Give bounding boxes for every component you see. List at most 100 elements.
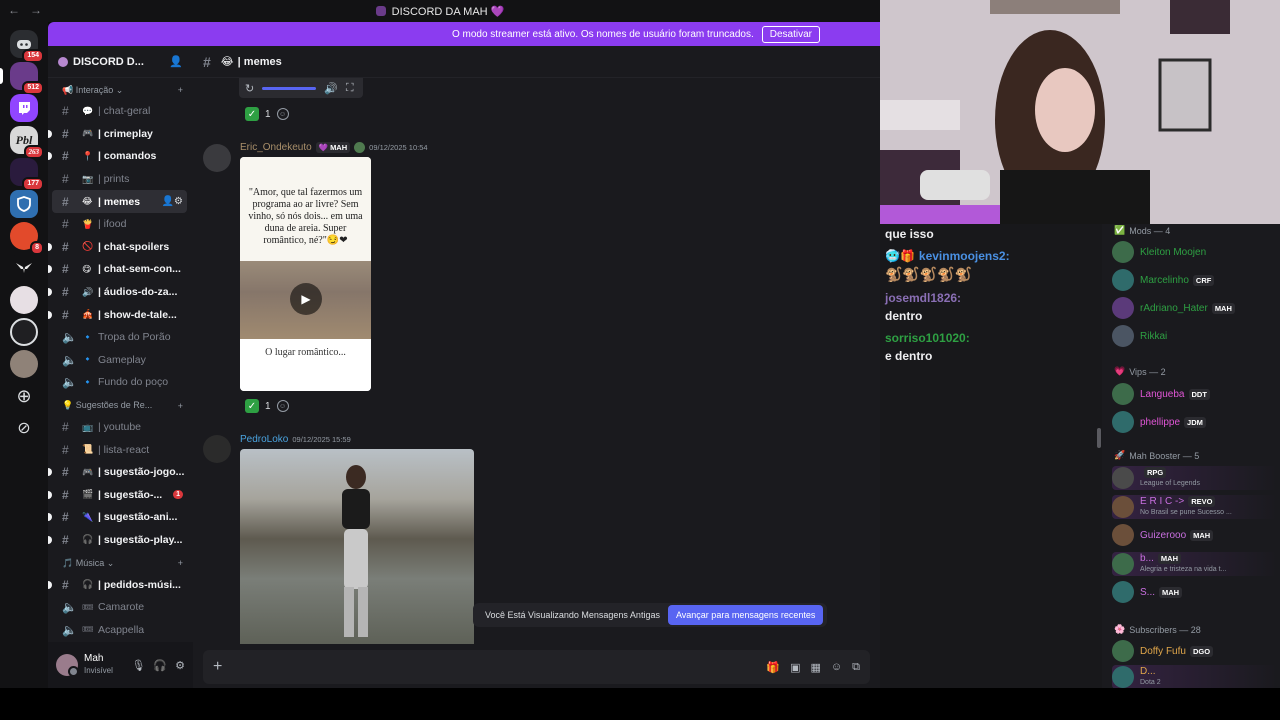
channel-item[interactable]: # 📍 | comandos: [48, 145, 187, 168]
message-input[interactable]: + 🎁 ▣ ▦ ☺ ⧉: [203, 650, 870, 684]
voice-channel[interactable]: 🔈 🔹 Tropa do Porão: [52, 326, 187, 349]
add-server-button[interactable]: ⊕: [10, 382, 38, 410]
guild-header[interactable]: DISCORD D... 👤: [48, 46, 193, 78]
gif-icon[interactable]: ▣: [790, 661, 800, 674]
channel-item[interactable]: # 🎮 | sugestão-jogo...: [48, 461, 187, 484]
server-8[interactable]: [10, 286, 38, 314]
server-mah[interactable]: 512: [10, 62, 44, 95]
server-twitch[interactable]: [10, 94, 38, 122]
back-icon[interactable]: ←: [8, 3, 20, 17]
volume-icon[interactable]: 🔊: [324, 82, 338, 95]
channel-item[interactable]: # 📷 | prints: [52, 168, 187, 191]
check-reaction[interactable]: ✓: [245, 107, 259, 121]
add-channel-icon[interactable]: +: [178, 558, 183, 568]
channel-emoji-icon: 🚫: [82, 241, 94, 252]
channel-item[interactable]: # 🌂 | sugestão-ani...: [48, 506, 187, 529]
member-item[interactable]: Guizerooo MAH: [1112, 523, 1278, 547]
scrollbar[interactable]: [1097, 428, 1101, 448]
gift-icon[interactable]: 🎁: [766, 661, 780, 674]
channel-item[interactable]: # 😋 | chat-sem-con...: [48, 258, 187, 281]
microphone-icon[interactable]: 🎙: [131, 659, 145, 672]
attach-plus-icon[interactable]: +: [213, 658, 222, 676]
message-author[interactable]: PedroLoko: [240, 434, 288, 445]
voice-channel[interactable]: 🔈 🎟 Acappella: [52, 618, 187, 641]
channel-item[interactable]: # 🎬 | sugestão-... 1: [48, 484, 187, 507]
member-item[interactable]: Ε R I C -> REVO No Brasil se pune Sucesso …: [1112, 494, 1278, 519]
add-reaction-icon[interactable]: ☺: [276, 108, 289, 120]
avatar[interactable]: [56, 654, 79, 677]
chat-username[interactable]: josemdl1826:: [885, 291, 961, 305]
member-item[interactable]: phellippe JDM: [1112, 410, 1278, 434]
video-attachment[interactable]: "Amor, que tal fazermos um programa ao a…: [240, 157, 371, 391]
volume-slider[interactable]: [262, 86, 317, 90]
gear-icon[interactable]: ⚙: [175, 659, 185, 672]
chat-username[interactable]: sorriso101020:: [885, 331, 970, 345]
member-item[interactable]: Marcelinho CRF: [1112, 268, 1278, 292]
channel-item[interactable]: # 💬 | chat-geral: [52, 100, 187, 123]
stream-chat-user[interactable]: 🥶🎁 kevinmoojens2:: [885, 249, 1010, 263]
server-pbl[interactable]: Pbl 263: [10, 126, 44, 159]
channel-item[interactable]: # 📺 | youtube: [52, 416, 187, 439]
channel-item[interactable]: # 🔊 | áudios-do-za...: [48, 281, 187, 304]
channel-item[interactable]: # 😂 | memes 👤⚙: [52, 190, 187, 213]
voice-channel[interactable]: 🔈 🔹 Gameplay: [52, 349, 187, 372]
check-reaction[interactable]: ✓: [245, 399, 259, 413]
forward-icon[interactable]: →: [30, 3, 42, 17]
member-item[interactable]: b... MAH Alegria e tristeza na vida t...: [1112, 551, 1278, 576]
channel-item[interactable]: # 🚫 | chat-spoilers: [48, 236, 187, 259]
member-item[interactable]: S... MAH: [1112, 580, 1278, 604]
member-item[interactable]: D... Dota 2: [1112, 665, 1278, 688]
disable-streamer-button[interactable]: Desativar: [761, 25, 820, 43]
channel-item[interactable]: # 🎮 | crimeplay: [48, 123, 187, 146]
sticker-icon[interactable]: ▦: [811, 661, 821, 674]
channel-item[interactable]: # 🎧 | pedidos-músi...: [48, 573, 187, 596]
user-info[interactable]: Mah Invisível: [84, 653, 113, 677]
jump-to-present-button[interactable]: Avançar para mensagens recentes: [667, 605, 824, 625]
speaker-icon: 🔈: [62, 600, 77, 615]
headphones-icon[interactable]: 🎧: [153, 659, 167, 672]
category-sugestoes[interactable]: 💡 Sugestões de Re... +: [48, 396, 193, 416]
category-musica[interactable]: 🎵 Música ⌄ +: [48, 553, 193, 573]
member-item[interactable]: rAdriano_Hater MAH: [1112, 296, 1278, 320]
emoji-icon[interactable]: ☺: [831, 661, 842, 674]
image-attachment[interactable]: [240, 449, 474, 644]
avatar[interactable]: [203, 144, 231, 172]
channel-name: | chat-spoilers: [98, 240, 170, 253]
server-10[interactable]: [10, 350, 38, 378]
member-name-row: Ε R I C -> REVO: [1140, 495, 1232, 507]
member-item[interactable]: RPG League of Legends: [1112, 466, 1278, 490]
add-reaction-icon[interactable]: ☺: [276, 400, 289, 412]
replay-icon[interactable]: ↻: [245, 82, 254, 95]
message-author[interactable]: Eric_Ondekeuto: [240, 142, 312, 153]
category-interacao[interactable]: 📢 Interação ⌄ +: [48, 80, 193, 100]
member-item[interactable]: Rikkai: [1112, 324, 1278, 348]
play-icon[interactable]: ▶: [290, 283, 322, 315]
home-button[interactable]: 154: [10, 30, 44, 63]
category-label: Interação: [75, 84, 114, 95]
add-member-icon[interactable]: 👤: [169, 55, 183, 68]
channel-item[interactable]: # 🎪 | show-de-tale...: [48, 303, 187, 326]
server-7[interactable]: [10, 254, 38, 282]
channel-item[interactable]: # 🍟 | ifood: [52, 213, 187, 236]
add-channel-icon[interactable]: +: [178, 85, 183, 95]
member-item[interactable]: Langueba DDT: [1112, 382, 1278, 406]
voice-channel[interactable]: 🔈 🔹 Fundo do poço: [52, 371, 187, 394]
member-item[interactable]: Kleiton Moojen: [1112, 240, 1278, 264]
fullscreen-icon[interactable]: ⛶: [346, 82, 354, 95]
channel-item[interactable]: # 📜 | lista-react: [52, 438, 187, 461]
video-caption-bottom: O lugar romântico...: [240, 339, 371, 391]
channel-item[interactable]: # 🎧 | sugestão-play...: [48, 529, 187, 552]
chat-username[interactable]: kevinmoojens2:: [919, 249, 1010, 263]
channel-settings-icon[interactable]: 👤⚙: [162, 196, 183, 207]
member-item[interactable]: Doffy Fufu DGO: [1112, 639, 1278, 663]
server-9[interactable]: [10, 318, 38, 346]
add-channel-icon[interactable]: +: [178, 401, 183, 411]
apps-icon[interactable]: ⧉: [852, 661, 860, 674]
server-6[interactable]: 8: [10, 222, 44, 255]
discover-button[interactable]: ⊘: [10, 414, 38, 442]
avatar[interactable]: [203, 435, 231, 463]
voice-channel[interactable]: 🔈 🎟 Camarote: [52, 596, 187, 619]
server-shield[interactable]: [10, 190, 38, 218]
title-bar: ← → DISCORD DA MAH 💜: [0, 0, 880, 22]
server-4[interactable]: 177: [10, 158, 44, 191]
